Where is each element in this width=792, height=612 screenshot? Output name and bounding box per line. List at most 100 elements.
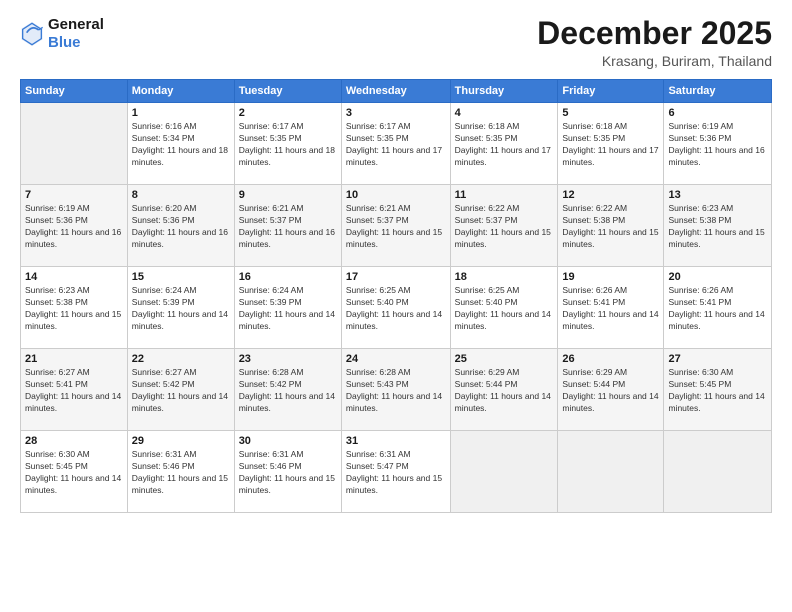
- day-info: Sunrise: 6:20 AM Sunset: 5:36 PM Dayligh…: [132, 203, 230, 251]
- day-info: Sunrise: 6:19 AM Sunset: 5:36 PM Dayligh…: [25, 203, 123, 251]
- calendar-cell: 16 Sunrise: 6:24 AM Sunset: 5:39 PM Dayli…: [234, 267, 341, 349]
- header: General Blue December 2025 Krasang, Buri…: [20, 16, 772, 69]
- calendar-cell: [558, 431, 664, 513]
- calendar-cell: 1 Sunrise: 6:16 AM Sunset: 5:34 PM Daylig…: [127, 103, 234, 185]
- day-number: 3: [346, 107, 446, 119]
- day-number: 29: [132, 435, 230, 447]
- day-info: Sunrise: 6:25 AM Sunset: 5:40 PM Dayligh…: [455, 285, 554, 333]
- calendar-cell: [21, 103, 128, 185]
- calendar-week-1: 1 Sunrise: 6:16 AM Sunset: 5:34 PM Daylig…: [21, 103, 772, 185]
- calendar-cell: 3 Sunrise: 6:17 AM Sunset: 5:35 PM Daylig…: [341, 103, 450, 185]
- header-friday: Friday: [558, 80, 664, 103]
- day-info: Sunrise: 6:18 AM Sunset: 5:35 PM Dayligh…: [455, 121, 554, 169]
- day-number: 11: [455, 189, 554, 201]
- calendar-week-2: 7 Sunrise: 6:19 AM Sunset: 5:36 PM Daylig…: [21, 185, 772, 267]
- day-info: Sunrise: 6:24 AM Sunset: 5:39 PM Dayligh…: [132, 285, 230, 333]
- calendar-cell: 29 Sunrise: 6:31 AM Sunset: 5:46 PM Dayli…: [127, 431, 234, 513]
- day-info: Sunrise: 6:17 AM Sunset: 5:35 PM Dayligh…: [346, 121, 446, 169]
- calendar-week-4: 21 Sunrise: 6:27 AM Sunset: 5:41 PM Dayli…: [21, 349, 772, 431]
- calendar-cell: 31 Sunrise: 6:31 AM Sunset: 5:47 PM Dayli…: [341, 431, 450, 513]
- calendar-cell: 14Sunrise: 6:23 AM Sunset: 5:38 PM Dayli…: [21, 267, 128, 349]
- header-thursday: Thursday: [450, 80, 558, 103]
- calendar-cell: 25 Sunrise: 6:29 AM Sunset: 5:44 PM Dayli…: [450, 349, 558, 431]
- day-info: Sunrise: 6:17 AM Sunset: 5:35 PM Dayligh…: [239, 121, 337, 169]
- calendar-cell: 8 Sunrise: 6:20 AM Sunset: 5:36 PM Daylig…: [127, 185, 234, 267]
- day-info: Sunrise: 6:22 AM Sunset: 5:37 PM Dayligh…: [455, 203, 554, 251]
- header-monday: Monday: [127, 80, 234, 103]
- day-number: 9: [239, 189, 337, 201]
- day-number: 2: [239, 107, 337, 119]
- day-number: 21: [25, 353, 123, 365]
- calendar-cell: [450, 431, 558, 513]
- calendar-cell: 24 Sunrise: 6:28 AM Sunset: 5:43 PM Dayli…: [341, 349, 450, 431]
- day-info: Sunrise: 6:27 AM Sunset: 5:41 PM Dayligh…: [25, 367, 123, 415]
- header-saturday: Saturday: [664, 80, 772, 103]
- calendar-cell: 5 Sunrise: 6:18 AM Sunset: 5:35 PM Daylig…: [558, 103, 664, 185]
- calendar-cell: 28Sunrise: 6:30 AM Sunset: 5:45 PM Dayli…: [21, 431, 128, 513]
- day-info: Sunrise: 6:29 AM Sunset: 5:44 PM Dayligh…: [562, 367, 659, 415]
- day-info: Sunrise: 6:21 AM Sunset: 5:37 PM Dayligh…: [346, 203, 446, 251]
- day-number: 13: [668, 189, 767, 201]
- calendar-cell: 27 Sunrise: 6:30 AM Sunset: 5:45 PM Dayli…: [664, 349, 772, 431]
- day-number: 8: [132, 189, 230, 201]
- day-info: Sunrise: 6:21 AM Sunset: 5:37 PM Dayligh…: [239, 203, 337, 251]
- day-info: Sunrise: 6:28 AM Sunset: 5:43 PM Dayligh…: [346, 367, 446, 415]
- location: Krasang, Buriram, Thailand: [537, 53, 772, 69]
- calendar-cell: 13 Sunrise: 6:23 AM Sunset: 5:38 PM Dayli…: [664, 185, 772, 267]
- day-number: 23: [239, 353, 337, 365]
- general-blue-icon: [20, 20, 44, 48]
- day-number: 28: [25, 435, 123, 447]
- day-info: Sunrise: 6:26 AM Sunset: 5:41 PM Dayligh…: [668, 285, 767, 333]
- title-block: December 2025 Krasang, Buriram, Thailand: [537, 16, 772, 69]
- header-wednesday: Wednesday: [341, 80, 450, 103]
- day-number: 30: [239, 435, 337, 447]
- calendar-cell: 9 Sunrise: 6:21 AM Sunset: 5:37 PM Daylig…: [234, 185, 341, 267]
- day-info: Sunrise: 6:29 AM Sunset: 5:44 PM Dayligh…: [455, 367, 554, 415]
- day-number: 4: [455, 107, 554, 119]
- calendar-cell: 2 Sunrise: 6:17 AM Sunset: 5:35 PM Daylig…: [234, 103, 341, 185]
- calendar-cell: 15 Sunrise: 6:24 AM Sunset: 5:39 PM Dayli…: [127, 267, 234, 349]
- day-number: 16: [239, 271, 337, 283]
- day-info: Sunrise: 6:23 AM Sunset: 5:38 PM Dayligh…: [668, 203, 767, 251]
- day-info: Sunrise: 6:31 AM Sunset: 5:46 PM Dayligh…: [239, 449, 337, 497]
- day-info: Sunrise: 6:24 AM Sunset: 5:39 PM Dayligh…: [239, 285, 337, 333]
- day-number: 1: [132, 107, 230, 119]
- calendar-cell: 20 Sunrise: 6:26 AM Sunset: 5:41 PM Dayli…: [664, 267, 772, 349]
- logo-text-block: General Blue: [48, 16, 104, 52]
- day-number: 18: [455, 271, 554, 283]
- calendar-cell: 22 Sunrise: 6:27 AM Sunset: 5:42 PM Dayli…: [127, 349, 234, 431]
- day-number: 7: [25, 189, 123, 201]
- month-title: December 2025: [537, 16, 772, 51]
- day-info: Sunrise: 6:27 AM Sunset: 5:42 PM Dayligh…: [132, 367, 230, 415]
- calendar-week-3: 14Sunrise: 6:23 AM Sunset: 5:38 PM Dayli…: [21, 267, 772, 349]
- day-info: Sunrise: 6:31 AM Sunset: 5:47 PM Dayligh…: [346, 449, 446, 497]
- day-number: 20: [668, 271, 767, 283]
- day-info: Sunrise: 6:28 AM Sunset: 5:42 PM Dayligh…: [239, 367, 337, 415]
- header-sunday: Sunday: [21, 80, 128, 103]
- day-info: Sunrise: 6:16 AM Sunset: 5:34 PM Dayligh…: [132, 121, 230, 169]
- day-number: 22: [132, 353, 230, 365]
- day-info: Sunrise: 6:26 AM Sunset: 5:41 PM Dayligh…: [562, 285, 659, 333]
- calendar-cell: 10Sunrise: 6:21 AM Sunset: 5:37 PM Dayli…: [341, 185, 450, 267]
- calendar-cell: 7 Sunrise: 6:19 AM Sunset: 5:36 PM Daylig…: [21, 185, 128, 267]
- day-number: 25: [455, 353, 554, 365]
- day-number: 27: [668, 353, 767, 365]
- day-number: 5: [562, 107, 659, 119]
- day-info: Sunrise: 6:18 AM Sunset: 5:35 PM Dayligh…: [562, 121, 659, 169]
- day-number: 31: [346, 435, 446, 447]
- day-number: 12: [562, 189, 659, 201]
- calendar-cell: 11 Sunrise: 6:22 AM Sunset: 5:37 PM Dayli…: [450, 185, 558, 267]
- calendar-cell: 17Sunrise: 6:25 AM Sunset: 5:40 PM Dayli…: [341, 267, 450, 349]
- day-number: 24: [346, 353, 446, 365]
- logo: General Blue: [20, 16, 104, 52]
- calendar-cell: 23 Sunrise: 6:28 AM Sunset: 5:42 PM Dayli…: [234, 349, 341, 431]
- page: General Blue December 2025 Krasang, Buri…: [0, 0, 792, 612]
- calendar-cell: 4 Sunrise: 6:18 AM Sunset: 5:35 PM Daylig…: [450, 103, 558, 185]
- day-number: 15: [132, 271, 230, 283]
- calendar-cell: 6Sunrise: 6:19 AM Sunset: 5:36 PM Daylig…: [664, 103, 772, 185]
- calendar-week-5: 28Sunrise: 6:30 AM Sunset: 5:45 PM Dayli…: [21, 431, 772, 513]
- day-number: 17: [346, 271, 446, 283]
- day-info: Sunrise: 6:23 AM Sunset: 5:38 PM Dayligh…: [25, 285, 123, 333]
- day-info: Sunrise: 6:31 AM Sunset: 5:46 PM Dayligh…: [132, 449, 230, 497]
- day-info: Sunrise: 6:30 AM Sunset: 5:45 PM Dayligh…: [668, 367, 767, 415]
